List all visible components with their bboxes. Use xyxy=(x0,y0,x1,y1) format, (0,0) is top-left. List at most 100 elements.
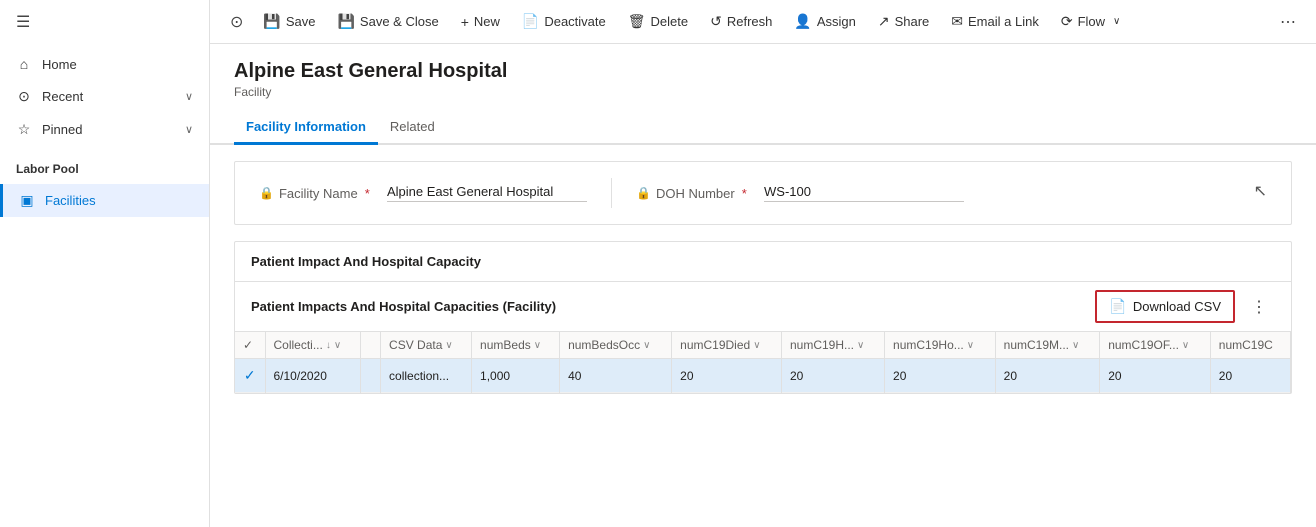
col-csv-data[interactable]: CSV Data∨ xyxy=(381,332,472,359)
table-body: ✓ 6/10/2020 collection... 1,000 40 20 20… xyxy=(235,359,1291,393)
delete-button[interactable]: 🗑 Delete xyxy=(618,7,698,36)
row-collecti: 6/10/2020 xyxy=(265,359,361,393)
row-empty xyxy=(361,359,381,393)
tab-facility-information[interactable]: Facility Information xyxy=(234,111,378,145)
home-icon: ⌂ xyxy=(16,56,32,72)
chevron-down-icon: ∨ xyxy=(185,123,193,136)
col-numbeds[interactable]: numBeds∨ xyxy=(472,332,560,359)
chevron-down-icon: ∨ xyxy=(1113,16,1120,27)
deactivate-icon: 📄 xyxy=(522,13,539,30)
save-close-button[interactable]: 💾 Save & Close xyxy=(327,7,448,36)
col-numC19H[interactable]: numC19H...∨ xyxy=(781,332,884,359)
cursor-indicator: ↖ xyxy=(1254,181,1267,201)
tabs: Facility Information Related xyxy=(210,111,1316,145)
download-csv-button[interactable]: 📄 Download CSV xyxy=(1095,290,1235,323)
doh-number-label: 🔒 DOH Number * xyxy=(636,186,756,201)
facility-name-label: 🔒 Facility Name * xyxy=(259,186,379,201)
col-numC19Ho[interactable]: numC19Ho...∨ xyxy=(885,332,996,359)
doh-number-value[interactable]: WS-100 xyxy=(764,184,964,202)
col-numC19M[interactable]: numC19M...∨ xyxy=(995,332,1100,359)
chevron-down-icon: ∨ xyxy=(445,340,452,351)
recent-icon: ⊙ xyxy=(16,88,32,105)
sidebar-item-pinned[interactable]: ☆ Pinned ∨ xyxy=(0,113,209,146)
subgrid-header: Patient Impacts And Hospital Capacities … xyxy=(235,282,1291,332)
save-icon: 💾 xyxy=(263,13,280,30)
col-numbedsOcc[interactable]: numBedsOcc∨ xyxy=(560,332,672,359)
sidebar-item-recent[interactable]: ⊙ Recent ∨ xyxy=(0,80,209,113)
col-numC190[interactable]: numC19C xyxy=(1210,332,1290,359)
form-section: 🔒 Facility Name * Alpine East General Ho… xyxy=(234,161,1292,225)
more-icon: ⋯ xyxy=(1280,14,1296,31)
share-icon: ↗ xyxy=(878,13,890,30)
record-subtitle: Facility xyxy=(234,85,1292,99)
subgrid-more-button[interactable]: ⋮ xyxy=(1243,293,1275,321)
patient-impact-table: ✓ Collecti...↓∨ CSV Data∨ numBeds∨ xyxy=(235,332,1291,393)
assign-button[interactable]: 👤 Assign xyxy=(784,7,865,36)
facilities-icon: ▣ xyxy=(19,192,35,209)
history-button[interactable]: ⊙ xyxy=(222,6,251,38)
lock-icon: 🔒 xyxy=(636,186,651,200)
row-numbeds: 1,000 xyxy=(472,359,560,393)
chevron-down-icon: ∨ xyxy=(1072,340,1079,351)
row-numC19OF: 20 xyxy=(1100,359,1211,393)
history-icon: ⊙ xyxy=(230,14,243,31)
more-icon: ⋮ xyxy=(1251,299,1267,316)
delete-icon: 🗑 xyxy=(628,13,646,30)
tab-related[interactable]: Related xyxy=(378,111,447,145)
chevron-down-icon: ∨ xyxy=(967,340,974,351)
chevron-down-icon: ∨ xyxy=(643,340,650,351)
refresh-button[interactable]: ↺ Refresh xyxy=(700,7,782,36)
assign-icon: 👤 xyxy=(794,13,811,30)
record-title: Alpine East General Hospital xyxy=(234,60,1292,83)
toolbar: ⊙ 💾 Save 💾 Save & Close + New 📄 Deactiva… xyxy=(210,0,1316,44)
row-numC19H: 20 xyxy=(781,359,884,393)
csv-file-icon: 📄 xyxy=(1109,298,1126,315)
sidebar-item-home[interactable]: ⌂ Home xyxy=(0,48,209,80)
flow-button[interactable]: ⟳ Flow ∨ xyxy=(1051,7,1131,36)
more-options-button[interactable]: ⋯ xyxy=(1272,6,1304,38)
record-header: Alpine East General Hospital Facility xyxy=(210,44,1316,99)
col-numC19OF[interactable]: numC19OF...∨ xyxy=(1100,332,1211,359)
table-container: ✓ Collecti...↓∨ CSV Data∨ numBeds∨ xyxy=(235,332,1291,393)
chevron-down-icon: ∨ xyxy=(334,340,341,351)
new-icon: + xyxy=(461,14,469,30)
page-content: Alpine East General Hospital Facility Fa… xyxy=(210,44,1316,527)
sidebar-item-label: Recent xyxy=(42,89,83,104)
facility-name-field: 🔒 Facility Name * Alpine East General Ho… xyxy=(259,184,587,202)
share-button[interactable]: ↗ Share xyxy=(868,7,939,36)
patient-impact-section: Patient Impact And Hospital Capacity Pat… xyxy=(234,241,1292,394)
row-numC190: 20 xyxy=(1210,359,1290,393)
flow-icon: ⟳ xyxy=(1061,13,1073,30)
col-numC19Died[interactable]: numC19Died∨ xyxy=(672,332,782,359)
new-button[interactable]: + New xyxy=(451,8,510,36)
row-numC19M: 20 xyxy=(995,359,1100,393)
save-close-icon: 💾 xyxy=(337,13,354,30)
email-icon: ✉ xyxy=(951,13,963,30)
lock-icon: 🔒 xyxy=(259,186,274,200)
sidebar-item-facilities[interactable]: ▣ Facilities xyxy=(0,184,209,217)
sidebar-nav: ⌂ Home ⊙ Recent ∨ ☆ Pinned ∨ xyxy=(0,44,209,150)
email-link-button[interactable]: ✉ Email a Link xyxy=(941,7,1049,36)
facility-name-value[interactable]: Alpine East General Hospital xyxy=(387,184,587,202)
chevron-down-icon: ∨ xyxy=(753,340,760,351)
row-numC19Ho: 20 xyxy=(885,359,996,393)
sidebar: ☰ ⌂ Home ⊙ Recent ∨ ☆ Pinned ∨ Labor Poo… xyxy=(0,0,210,527)
sidebar-section-label: Labor Pool xyxy=(0,150,209,180)
main-content: ⊙ 💾 Save 💾 Save & Close + New 📄 Deactiva… xyxy=(210,0,1316,527)
deactivate-button[interactable]: 📄 Deactivate xyxy=(512,7,616,36)
col-check: ✓ xyxy=(235,332,265,359)
subgrid-title: Patient Impacts And Hospital Capacities … xyxy=(251,299,1095,314)
refresh-icon: ↺ xyxy=(710,13,722,30)
required-indicator: * xyxy=(742,186,747,201)
hamburger-icon[interactable]: ☰ xyxy=(0,0,209,44)
row-numC19Died: 20 xyxy=(672,359,782,393)
save-button[interactable]: 💾 Save xyxy=(253,7,325,36)
form-row: 🔒 Facility Name * Alpine East General Ho… xyxy=(259,178,1267,208)
row-csv-data: collection... xyxy=(381,359,472,393)
col-collecti[interactable]: Collecti...↓∨ xyxy=(265,332,361,359)
sort-icon: ↓ xyxy=(326,340,331,351)
table-row[interactable]: ✓ 6/10/2020 collection... 1,000 40 20 20… xyxy=(235,359,1291,393)
sidebar-item-label: Facilities xyxy=(45,193,96,208)
table-header: ✓ Collecti...↓∨ CSV Data∨ numBeds∨ xyxy=(235,332,1291,359)
required-indicator: * xyxy=(365,186,370,201)
